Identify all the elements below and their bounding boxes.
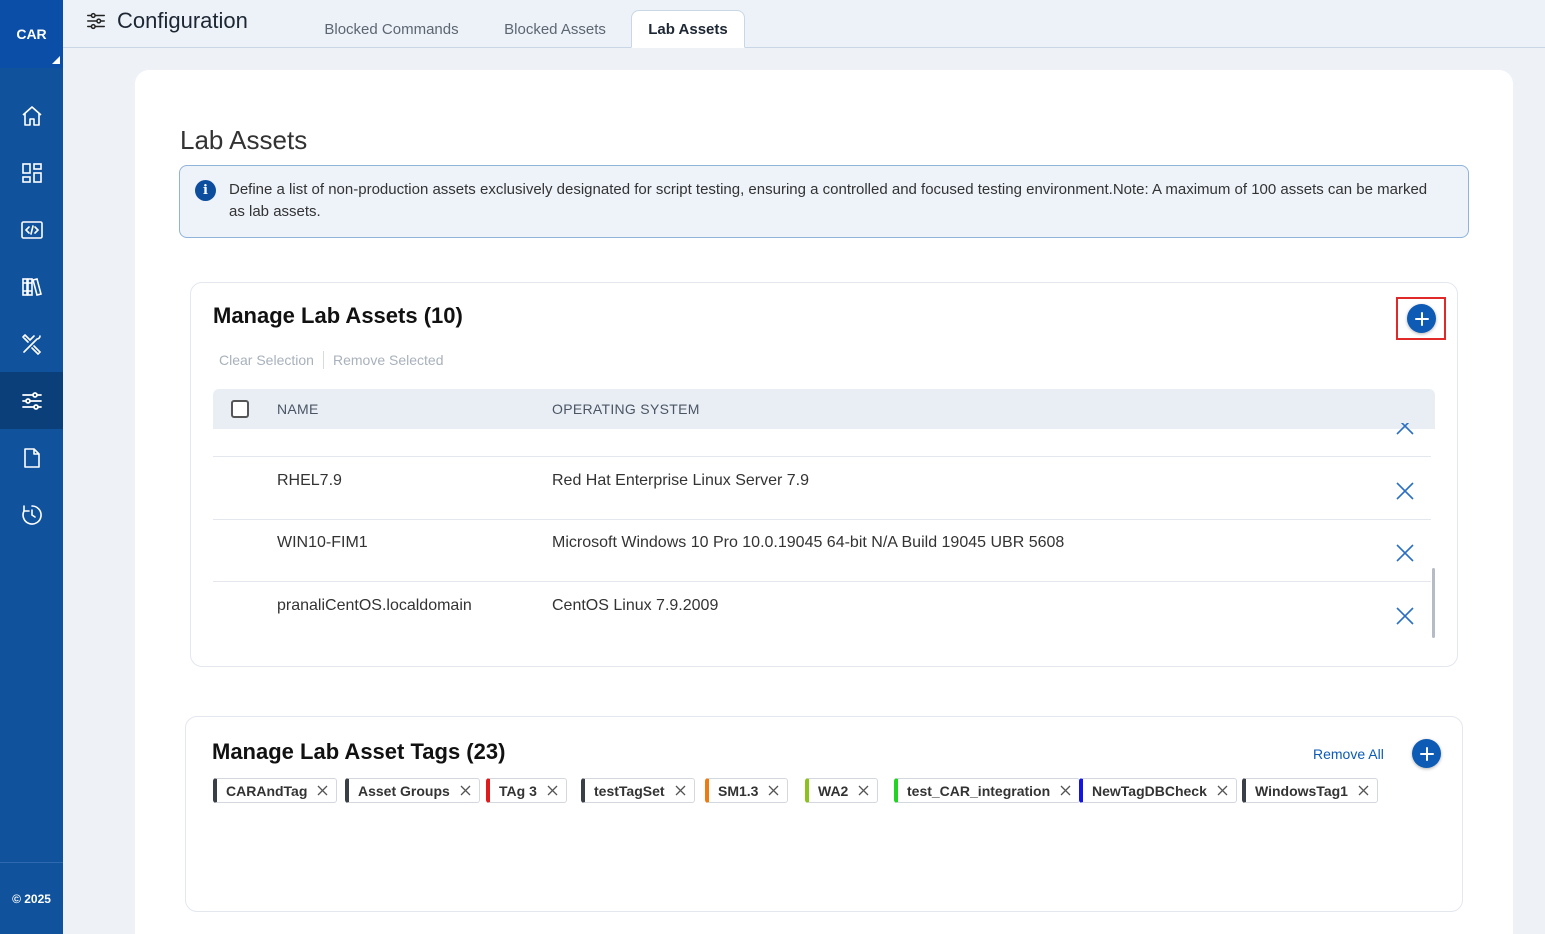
asset-os: CentOS Linux 7.9.2009 bbox=[552, 597, 719, 614]
asset-name: RHEL7.9 bbox=[277, 472, 342, 489]
copyright-text: © 2025 bbox=[0, 862, 63, 934]
plus-icon bbox=[1419, 746, 1434, 761]
main-content-card: Lab Assets i Define a list of non-produc… bbox=[135, 70, 1513, 934]
info-text: Define a list of non-production assets e… bbox=[229, 181, 1428, 220]
sidebar-item-reports[interactable] bbox=[0, 429, 63, 486]
sidebar-item-library[interactable] bbox=[0, 258, 63, 315]
lab-assets-panel: Manage Lab Assets (10) Clear Selection R… bbox=[190, 282, 1458, 667]
tab-blocked-assets[interactable]: Blocked Assets bbox=[490, 10, 620, 48]
brand-logo[interactable]: CAR bbox=[0, 0, 63, 68]
tag-chip: WindowsTag1 bbox=[1242, 778, 1378, 803]
tag-label: test_CAR_integration bbox=[907, 782, 1051, 799]
remove-row-button[interactable] bbox=[1395, 481, 1415, 501]
close-icon bbox=[1396, 607, 1414, 625]
page-header-title: Configuration bbox=[117, 8, 248, 33]
close-icon[interactable] bbox=[460, 785, 471, 796]
top-header: Configuration Blocked Commands Blocked A… bbox=[63, 0, 1545, 48]
remove-row-button[interactable] bbox=[1395, 543, 1415, 563]
sidebar-item-home[interactable] bbox=[0, 87, 63, 144]
close-icon[interactable] bbox=[317, 785, 328, 796]
select-all-checkbox[interactable] bbox=[231, 400, 249, 418]
tag-chip: CARAndTag bbox=[213, 778, 338, 803]
clear-selection-button[interactable]: Clear Selection bbox=[219, 352, 314, 368]
sidebar-item-tools[interactable] bbox=[0, 315, 63, 372]
asset-name: WIN10-FIM1 bbox=[277, 534, 368, 551]
tag-label: TAg 3 bbox=[499, 782, 537, 799]
code-icon bbox=[20, 220, 43, 239]
expand-corner-icon bbox=[52, 56, 60, 64]
tag-chip: Asset Groups bbox=[345, 778, 480, 803]
sidebar-item-history[interactable] bbox=[0, 486, 63, 543]
asset-name: pranaliCentOS.localdomain bbox=[277, 597, 472, 614]
assets-table-header: NAME OPERATING SYSTEM bbox=[213, 389, 1435, 429]
tag-label: testTagSet bbox=[594, 782, 665, 799]
tag-chip: SM1.3 bbox=[705, 778, 789, 803]
plus-icon bbox=[1414, 311, 1429, 326]
remove-selected-button[interactable]: Remove Selected bbox=[333, 352, 444, 368]
tools-icon bbox=[21, 333, 41, 355]
close-icon[interactable] bbox=[1358, 785, 1369, 796]
page-title: Lab Assets bbox=[180, 125, 308, 155]
sidebar-item-scripts[interactable] bbox=[0, 201, 63, 258]
table-row: pranaliCentOS.localdomain CentOS Linux 7… bbox=[213, 583, 1431, 645]
close-icon bbox=[1396, 544, 1414, 562]
action-divider bbox=[323, 351, 324, 369]
asset-os: Microsoft Windows 10 Pro 10.0.19045 64-b… bbox=[552, 534, 1065, 551]
close-icon[interactable] bbox=[858, 785, 869, 796]
tag-chip: test_CAR_integration bbox=[894, 778, 1081, 803]
add-lab-asset-button[interactable] bbox=[1407, 304, 1436, 333]
tag-chip: NewTagDBCheck bbox=[1079, 778, 1237, 803]
table-row: RHEL7.9 Red Hat Enterprise Linux Server … bbox=[213, 458, 1431, 520]
add-lab-tag-button[interactable] bbox=[1412, 739, 1441, 768]
table-scrollbar[interactable] bbox=[1432, 568, 1435, 638]
table-row: WIN10-FIM1 Microsoft Windows 10 Pro 10.0… bbox=[213, 520, 1431, 582]
tag-chip: TAg 3 bbox=[486, 778, 567, 803]
tag-label: WindowsTag1 bbox=[1255, 782, 1348, 799]
home-icon bbox=[21, 105, 42, 126]
info-banner: i Define a list of non-production assets… bbox=[179, 165, 1469, 238]
settings-sliders-icon bbox=[87, 12, 105, 30]
tag-label: CARAndTag bbox=[226, 782, 308, 799]
close-icon bbox=[1396, 482, 1414, 500]
sidebar: CAR © 2025 bbox=[0, 0, 63, 934]
close-icon[interactable] bbox=[1217, 785, 1228, 796]
close-icon[interactable] bbox=[768, 785, 779, 796]
remove-row-button[interactable] bbox=[1395, 606, 1415, 626]
tag-label: SM1.3 bbox=[718, 782, 759, 799]
tag-chip: WA2 bbox=[805, 778, 879, 803]
library-icon bbox=[21, 277, 42, 296]
lab-assets-title: Manage Lab Assets (10) bbox=[213, 303, 463, 328]
tag-chip: testTagSet bbox=[581, 778, 695, 803]
close-icon[interactable] bbox=[547, 785, 558, 796]
tab-lab-assets[interactable]: Lab Assets bbox=[631, 10, 745, 48]
column-header-os: OPERATING SYSTEM bbox=[552, 401, 700, 417]
info-icon: i bbox=[195, 180, 216, 201]
close-icon[interactable] bbox=[1060, 785, 1071, 796]
brand-label: CAR bbox=[16, 26, 47, 42]
asset-os: Red Hat Enterprise Linux Server 7.9 bbox=[552, 472, 810, 489]
dashboard-icon bbox=[21, 162, 42, 183]
remove-all-tags-button[interactable]: Remove All bbox=[1313, 746, 1384, 762]
tag-label: WA2 bbox=[818, 782, 849, 799]
table-row bbox=[213, 423, 1431, 457]
tag-label: NewTagDBCheck bbox=[1092, 782, 1207, 799]
close-icon[interactable] bbox=[675, 785, 686, 796]
close-icon bbox=[1396, 423, 1414, 435]
lab-asset-tags-panel: Manage Lab Asset Tags (23) Remove All CA… bbox=[185, 716, 1463, 912]
sidebar-item-configuration[interactable] bbox=[0, 372, 63, 429]
remove-row-button[interactable] bbox=[1395, 423, 1415, 435]
history-icon bbox=[21, 504, 42, 525]
header-title: Configuration bbox=[85, 8, 248, 34]
settings-sliders-icon bbox=[21, 391, 42, 410]
tab-blocked-commands[interactable]: Blocked Commands bbox=[308, 10, 475, 48]
column-header-name: NAME bbox=[277, 401, 319, 417]
tag-label: Asset Groups bbox=[358, 782, 450, 799]
document-icon bbox=[23, 447, 40, 468]
sidebar-item-dashboard[interactable] bbox=[0, 144, 63, 201]
lab-asset-tags-title: Manage Lab Asset Tags (23) bbox=[212, 739, 506, 764]
